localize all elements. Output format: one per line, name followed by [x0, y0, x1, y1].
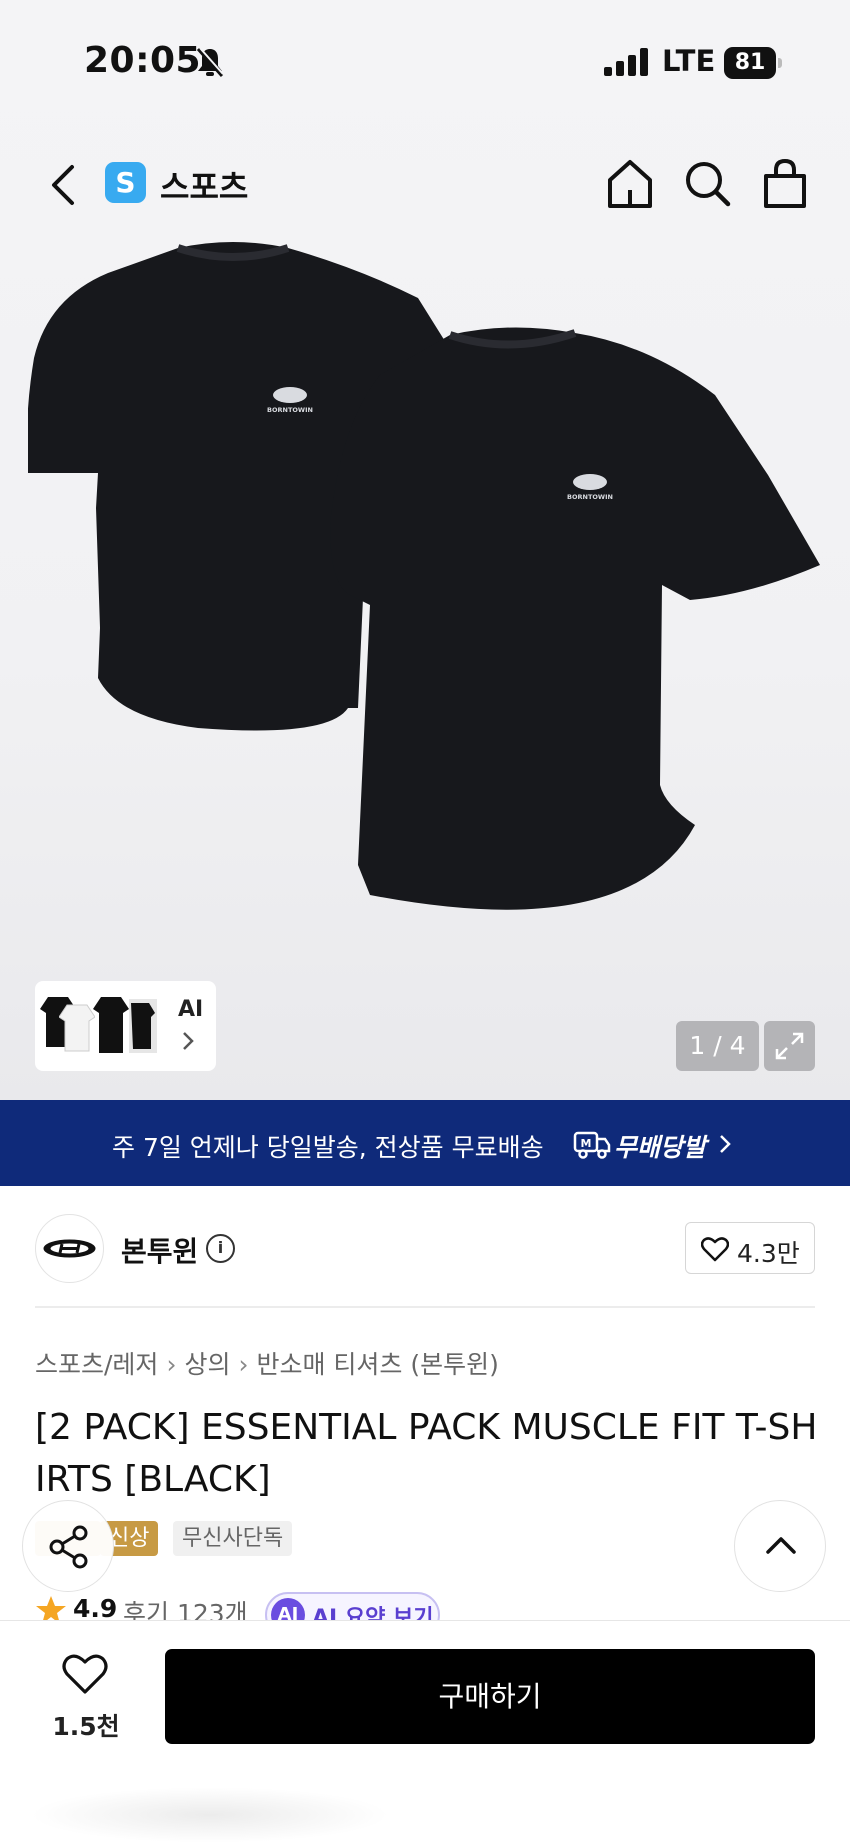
product-title: [2 PACK] ESSENTIAL PACK MUSCLE FIT T-SHI… [35, 1407, 818, 1500]
buy-button[interactable]: 구매하기 [165, 1649, 815, 1744]
breadcrumb-separator-icon: › [166, 1350, 177, 1379]
chevron-up-icon [766, 1537, 796, 1554]
brand-like-count: 4.3만 [737, 1239, 800, 1268]
category-title[interactable]: 스포츠 [160, 162, 248, 208]
bell-muted-icon [196, 47, 224, 77]
share-button[interactable] [22, 1500, 114, 1592]
cellular-signal-icon [604, 48, 648, 76]
product-image-gallery[interactable]: BORNTOWIN BORNTOWIN 20:05 LTE 81 S 스포츠 A… [0, 0, 850, 1100]
divider [35, 1306, 815, 1308]
wishlist-button[interactable]: 1.5천 [42, 1653, 130, 1749]
wishlist-count: 1.5천 [52, 1712, 120, 1741]
heart-icon [701, 1237, 729, 1262]
delivery-banner-text: 주 7일 언제나 당일발송, 전상품 무료배송 [112, 1133, 544, 1162]
status-time: 20:05 [84, 40, 202, 81]
brand-avatar[interactable] [35, 1214, 104, 1283]
info-icon[interactable]: i [206, 1234, 235, 1263]
battery-indicator: 81 [724, 47, 784, 79]
expand-image-button[interactable] [764, 1021, 815, 1071]
battery-level: 81 [724, 47, 776, 79]
brand-like-button[interactable]: 4.3만 [685, 1222, 815, 1274]
expand-icon [775, 1032, 804, 1060]
breadcrumb-item-short-sleeve[interactable]: 반소매 티셔츠 (본투윈) [256, 1345, 498, 1381]
brand-row: 본투윈 i 4.3만 [0, 1212, 850, 1298]
rating-value: 4.9 [73, 1594, 118, 1623]
shirt-logo-text: BORNTOWIN [267, 406, 313, 414]
top-nav: S 스포츠 [0, 150, 850, 220]
search-icon[interactable] [682, 156, 734, 212]
shopping-bag-icon[interactable] [759, 156, 811, 212]
chevron-right-icon [720, 1135, 731, 1153]
delivery-banner-logo: 무배당발 [614, 1133, 707, 1162]
shirt-logo-text: BORNTOWIN [567, 493, 613, 501]
bottom-shadow [30, 1787, 390, 1842]
thumbnail-image-black-2 [93, 997, 129, 1053]
heart-icon [62, 1654, 108, 1694]
svg-text:M: M [581, 1137, 592, 1150]
truck-icon: M [573, 1131, 611, 1159]
network-type: LTE [662, 44, 716, 78]
product-image-tshirt-front: BORNTOWIN [330, 327, 820, 910]
category-logo[interactable]: S [105, 162, 146, 203]
chevron-left-icon[interactable] [44, 162, 84, 208]
delivery-banner[interactable]: 주 7일 언제나 당일발송, 전상품 무료배송 M 무배당발 [0, 1100, 850, 1186]
bottom-action-bar: 1.5천 구매하기 [0, 1620, 850, 1842]
status-bar: 20:05 LTE 81 [0, 0, 850, 120]
thumbnail-image-white [59, 1004, 95, 1052]
ai-thumbnail-card[interactable]: AI [35, 981, 216, 1071]
breadcrumb-item-tops[interactable]: 상의 [184, 1345, 230, 1381]
battery-tip [778, 58, 782, 68]
scroll-to-top-button[interactable] [734, 1500, 826, 1592]
brand-name[interactable]: 본투윈 [121, 1230, 198, 1270]
breadcrumb-item-sports[interactable]: 스포츠/레저 [35, 1345, 158, 1381]
share-icon [49, 1525, 88, 1569]
tag-exclusive: 무신사단독 [173, 1521, 293, 1556]
home-icon[interactable] [604, 156, 656, 212]
thumbnail-image-grey [129, 999, 157, 1053]
chevron-right-icon [183, 1032, 194, 1050]
image-page-counter: 1 / 4 [676, 1021, 759, 1071]
brand-logo-icon [43, 1239, 96, 1258]
breadcrumb: 스포츠/레저 › 상의 › 반소매 티셔츠 (본투윈) [35, 1345, 499, 1381]
breadcrumb-separator-icon: › [238, 1350, 249, 1379]
thumbnail-ai-label: AI [178, 997, 204, 1022]
